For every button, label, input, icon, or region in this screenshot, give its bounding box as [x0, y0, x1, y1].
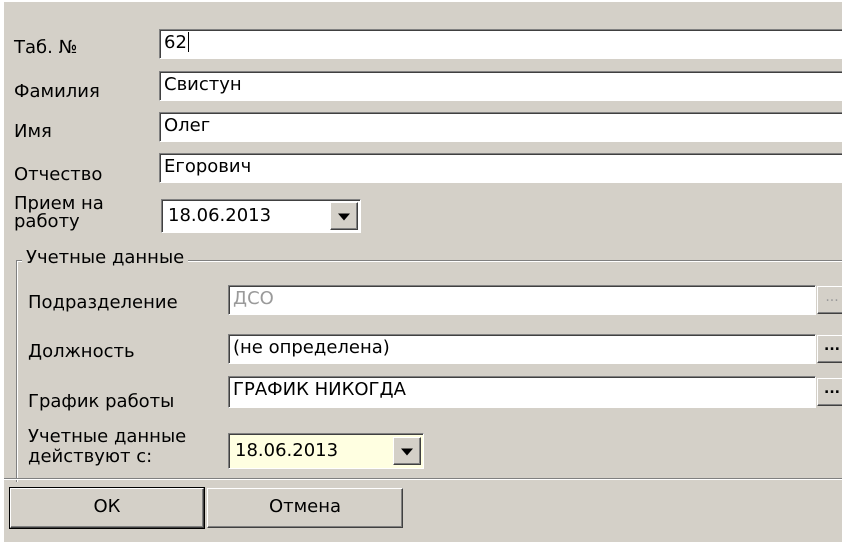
- dropdown-arrow-icon: [401, 448, 413, 456]
- firstname-field[interactable]: Олег: [159, 112, 842, 142]
- tab-no-label: Таб. №: [14, 37, 78, 58]
- tab-no-field[interactable]: 62: [159, 29, 842, 59]
- lastname-field[interactable]: Свистун: [159, 71, 842, 101]
- hire-date-value: 18.06.2013: [168, 205, 272, 226]
- text-caret: [187, 32, 189, 52]
- hire-date-dropdown-button[interactable]: [330, 202, 358, 230]
- ellipsis-icon: ...: [825, 289, 839, 305]
- ok-button[interactable]: ОК: [9, 487, 205, 529]
- ellipsis-icon: ...: [824, 338, 840, 354]
- tab-no-value: 62: [164, 32, 187, 53]
- department-ellipsis-button: ...: [817, 286, 842, 314]
- schedule-label: График работы: [28, 391, 175, 412]
- cancel-button[interactable]: Отмена: [207, 488, 403, 528]
- valid-from-dropdown-button[interactable]: [393, 437, 421, 465]
- employee-dialog: Таб. № 62 Фамилия Свистун Имя Олег Отчес…: [0, 0, 842, 542]
- department-field: ДСО: [228, 285, 816, 315]
- account-group-title: Учетные данные: [22, 247, 189, 269]
- position-ellipsis-button[interactable]: ...: [817, 335, 842, 363]
- ellipsis-icon: ...: [824, 381, 840, 397]
- lastname-label: Фамилия: [14, 81, 100, 102]
- hire-date-label: Прием на работу: [14, 195, 104, 232]
- firstname-label: Имя: [14, 121, 52, 142]
- valid-from-value: 18.06.2013: [235, 440, 339, 461]
- dropdown-arrow-icon: [338, 213, 350, 221]
- bottom-separator: [4, 478, 842, 480]
- department-label: Подразделение: [28, 292, 178, 313]
- patronymic-field[interactable]: Егорович: [159, 153, 842, 183]
- patronymic-label: Отчество: [14, 164, 103, 185]
- schedule-ellipsis-button[interactable]: ...: [817, 378, 842, 406]
- position-label: Должность: [28, 341, 135, 362]
- valid-from-label: Учетные данные действуют с:: [28, 427, 187, 467]
- schedule-field[interactable]: ГРАФИК НИКОГДА: [228, 376, 816, 408]
- position-field[interactable]: (не определена): [228, 334, 816, 364]
